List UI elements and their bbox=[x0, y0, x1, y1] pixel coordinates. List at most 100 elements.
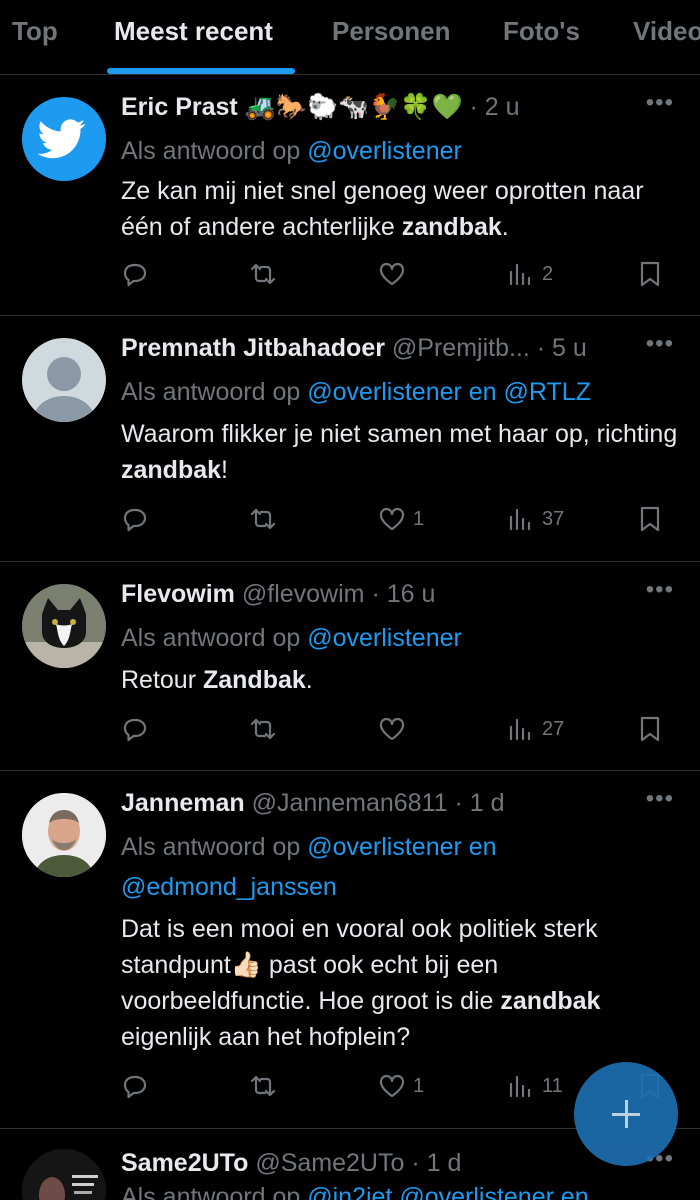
like-count: 1 bbox=[413, 507, 425, 530]
reply-button[interactable] bbox=[120, 257, 150, 291]
like-button[interactable]: 1 bbox=[377, 502, 424, 536]
retweet-icon bbox=[250, 718, 276, 740]
reply-context: Als antwoord op @overlistener en @edmond… bbox=[121, 827, 497, 907]
author-name[interactable]: Same2UTo bbox=[121, 1149, 248, 1177]
retweet-icon bbox=[250, 1075, 276, 1097]
bookmark-icon bbox=[640, 261, 660, 287]
views-icon bbox=[509, 718, 531, 741]
views-icon bbox=[509, 1075, 531, 1098]
tweet-header: Janneman @Janneman6811 · 1 d bbox=[121, 789, 505, 818]
views-icon bbox=[509, 508, 531, 531]
man-photo[interactable] bbox=[22, 793, 106, 877]
tab-personen[interactable]: Personen bbox=[332, 16, 451, 47]
author-handle[interactable]: @Janneman6811 bbox=[252, 789, 448, 817]
tweet-actions: 27 bbox=[120, 712, 680, 746]
reply-mention[interactable]: @overlistener bbox=[307, 624, 462, 652]
views-button[interactable]: 37 bbox=[506, 502, 564, 536]
retweet-button[interactable] bbox=[248, 257, 278, 291]
reply-button[interactable] bbox=[120, 502, 150, 536]
text-part: eigenlijk aan het hofplein? bbox=[121, 1023, 411, 1051]
timestamp[interactable]: · 5 u bbox=[537, 334, 587, 362]
views-button[interactable]: 27 bbox=[506, 712, 564, 746]
tweet[interactable]: Premnath Jitbahadoer @Premjitb... · 5 u … bbox=[0, 316, 700, 562]
like-count: 1 bbox=[413, 1074, 425, 1097]
twitter-bird-icon[interactable] bbox=[22, 97, 106, 181]
tab-video[interactable]: Video bbox=[633, 16, 700, 47]
reply-mention[interactable]: @overlistener en bbox=[307, 833, 496, 861]
highlighted-keyword: zandbak bbox=[500, 987, 601, 1015]
bookmark-button[interactable] bbox=[635, 257, 665, 291]
bookmark-icon bbox=[640, 716, 660, 742]
highlighted-keyword: Zandbak bbox=[202, 666, 306, 694]
like-button[interactable] bbox=[377, 257, 413, 291]
timestamp[interactable]: · 16 u bbox=[371, 580, 435, 608]
timestamp[interactable]: · 1 d bbox=[454, 789, 504, 817]
views-button[interactable]: 11 bbox=[506, 1069, 563, 1103]
tweet-text: Ze kan mij niet snel genoeg weer oprotte… bbox=[121, 173, 681, 245]
like-button[interactable] bbox=[377, 712, 413, 746]
more-options-icon[interactable]: ••• bbox=[646, 576, 674, 604]
profile-photo[interactable] bbox=[22, 1149, 106, 1200]
tweet-header: Flevowim @flevowim · 16 u bbox=[121, 580, 435, 609]
reply-context: Als antwoord op @overlistener bbox=[121, 618, 462, 658]
reply-button[interactable] bbox=[120, 1069, 150, 1103]
more-options-icon[interactable]: ••• bbox=[646, 785, 674, 813]
reply-prefix: Als antwoord op bbox=[121, 624, 301, 652]
tweet-text: Retour Zandbak. bbox=[121, 662, 681, 698]
author-handle[interactable]: @Premjitb... bbox=[392, 334, 530, 362]
retweet-button[interactable] bbox=[248, 502, 278, 536]
highlighted-keyword: zandbak bbox=[401, 213, 502, 241]
bookmark-button[interactable] bbox=[635, 502, 665, 536]
author-handle[interactable]: @Same2UTo bbox=[255, 1149, 404, 1177]
reply-icon bbox=[123, 718, 147, 742]
text-part: Retour bbox=[121, 666, 203, 694]
author-name[interactable]: Eric Prast 🚜🐎🐑🐄🐓🍀💚 bbox=[121, 93, 463, 121]
reply-button[interactable] bbox=[120, 712, 150, 746]
reply-mention[interactable]: @overlistener bbox=[307, 137, 462, 165]
timestamp[interactable]: · 1 d bbox=[411, 1149, 461, 1177]
author-handle[interactable]: @flevowim bbox=[242, 580, 365, 608]
tweet-header: Same2UTo @Same2UTo · 1 d bbox=[121, 1149, 461, 1178]
reply-mention[interactable]: @overlistener en @RTLZ bbox=[307, 378, 591, 406]
tweet[interactable]: Flevowim @flevowim · 16 u ••• Als antwoo… bbox=[0, 562, 700, 771]
author-name[interactable]: Janneman bbox=[121, 789, 245, 817]
bookmark-icon bbox=[640, 506, 660, 532]
reply-prefix: Als antwoord op bbox=[121, 137, 301, 165]
tab-top[interactable]: Top bbox=[12, 16, 58, 47]
compose-tweet-button[interactable] bbox=[574, 1062, 678, 1166]
more-options-icon[interactable]: ••• bbox=[646, 89, 674, 117]
author-name[interactable]: Premnath Jitbahadoer bbox=[121, 334, 385, 362]
cat-photo[interactable] bbox=[22, 584, 106, 668]
reply-mention-2[interactable]: @edmond_janssen bbox=[121, 873, 337, 901]
text-part: Ze kan mij niet snel genoeg weer oprotte… bbox=[121, 177, 644, 241]
reply-prefix: Als antwoord op bbox=[121, 1183, 301, 1200]
tweet-text: Waarom flikker je niet samen met haar op… bbox=[121, 416, 681, 488]
like-button[interactable]: 1 bbox=[377, 1069, 424, 1103]
timestamp[interactable]: · 2 u bbox=[470, 93, 520, 121]
heart-icon bbox=[379, 1074, 405, 1098]
heart-icon bbox=[379, 717, 405, 741]
retweet-icon bbox=[250, 508, 276, 530]
view-count: 11 bbox=[542, 1074, 563, 1097]
retweet-button[interactable] bbox=[248, 1069, 278, 1103]
reply-context: Als antwoord op @overlistener en @RTLZ bbox=[121, 372, 591, 412]
active-tab-indicator bbox=[107, 68, 295, 74]
bookmark-button[interactable] bbox=[635, 712, 665, 746]
default-profile-icon[interactable] bbox=[22, 338, 106, 422]
heart-icon bbox=[379, 507, 405, 531]
tweet[interactable]: Eric Prast 🚜🐎🐑🐄🐓🍀💚 · 2 u ••• Als antwoor… bbox=[0, 75, 700, 316]
views-icon bbox=[509, 263, 531, 286]
more-options-icon[interactable]: ••• bbox=[646, 330, 674, 358]
tab-meest-recent[interactable]: Meest recent bbox=[114, 16, 273, 47]
text-part: ! bbox=[221, 456, 228, 484]
view-count: 27 bbox=[542, 717, 565, 740]
text-part: Waarom flikker je niet samen met haar op… bbox=[121, 420, 678, 448]
author-name[interactable]: Flevowim bbox=[121, 580, 235, 608]
tweet-actions: 2 bbox=[120, 257, 680, 291]
tab-fotos[interactable]: Foto's bbox=[503, 16, 580, 47]
reply-mention[interactable]: @in2iet @overlistener en bbox=[307, 1183, 588, 1200]
retweet-button[interactable] bbox=[248, 712, 278, 746]
view-count: 37 bbox=[542, 507, 565, 530]
reply-icon bbox=[123, 508, 147, 532]
views-button[interactable]: 2 bbox=[506, 257, 553, 291]
